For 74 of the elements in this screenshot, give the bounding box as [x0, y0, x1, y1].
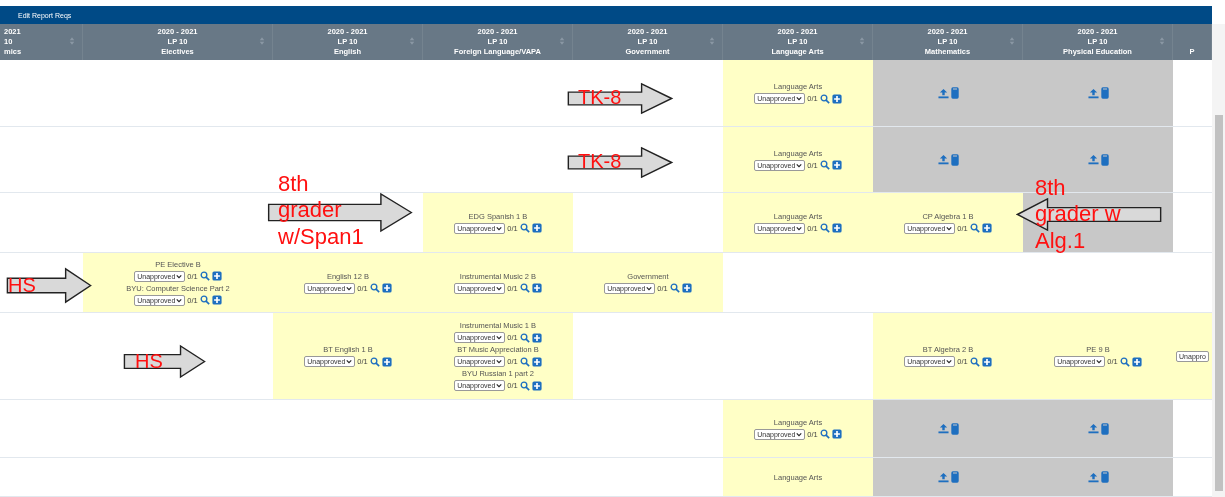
- add-icon[interactable]: [831, 429, 842, 439]
- card-icon[interactable]: [1100, 471, 1109, 483]
- caret-icon[interactable]: [946, 225, 953, 231]
- search-icon[interactable]: [519, 356, 530, 367]
- card-icon[interactable]: [1100, 153, 1109, 166]
- caret-icon[interactable]: [346, 359, 353, 364]
- caret-icon[interactable]: [346, 285, 353, 291]
- add-icon[interactable]: [531, 223, 542, 233]
- caret-icon[interactable]: [496, 359, 503, 364]
- card-icon[interactable]: [950, 422, 959, 435]
- search-icon[interactable]: [1119, 356, 1130, 367]
- search-icon[interactable]: [519, 332, 530, 343]
- search-icon[interactable]: [199, 295, 210, 305]
- caret-icon[interactable]: [796, 225, 803, 231]
- caret-icon[interactable]: [946, 359, 953, 364]
- add-icon[interactable]: [381, 283, 392, 293]
- upload-icon[interactable]: [937, 87, 949, 99]
- caret-icon[interactable]: [496, 383, 503, 388]
- add-icon[interactable]: [831, 160, 842, 170]
- upload-icon[interactable]: [937, 471, 949, 483]
- add-icon[interactable]: [211, 295, 222, 305]
- add-icon[interactable]: [531, 283, 542, 293]
- add-icon[interactable]: [531, 356, 542, 367]
- caret-icon[interactable]: [496, 285, 503, 291]
- caret-icon[interactable]: [496, 225, 503, 231]
- caret-icon[interactable]: [796, 96, 803, 101]
- search-icon[interactable]: [519, 380, 530, 391]
- annotation-callout: TK-8: [565, 83, 675, 114]
- search-icon[interactable]: [369, 356, 380, 367]
- add-icon[interactable]: [981, 223, 992, 233]
- annotation-callout: HS: [122, 345, 207, 378]
- scrollbar[interactable]: [1212, 24, 1225, 497]
- upload-icon[interactable]: [937, 423, 949, 434]
- search-icon[interactable]: [819, 93, 830, 104]
- add-icon[interactable]: [831, 223, 842, 233]
- upload-icon[interactable]: [937, 154, 949, 165]
- add-icon[interactable]: [381, 356, 392, 367]
- search-icon[interactable]: [369, 283, 380, 293]
- annotation-callout: 8th grader w Alg.1: [1013, 175, 1165, 257]
- caret-icon[interactable]: [176, 273, 183, 279]
- caret-icon[interactable]: [796, 162, 803, 168]
- annotation-callout: TK-8: [565, 147, 675, 178]
- add-icon[interactable]: [211, 271, 222, 281]
- add-icon[interactable]: [531, 332, 542, 343]
- card-icon[interactable]: [1100, 87, 1109, 99]
- search-icon[interactable]: [519, 223, 530, 233]
- upload-icon[interactable]: [1087, 87, 1099, 99]
- caret-icon[interactable]: [1096, 359, 1103, 364]
- upload-icon[interactable]: [1087, 471, 1099, 483]
- search-icon[interactable]: [199, 271, 210, 281]
- caret-icon[interactable]: [176, 297, 183, 303]
- caret-icon[interactable]: [796, 431, 803, 437]
- search-icon[interactable]: [819, 160, 830, 170]
- upload-icon[interactable]: [1087, 154, 1099, 165]
- caret-icon[interactable]: [496, 335, 503, 340]
- search-icon[interactable]: [969, 356, 980, 367]
- card-icon[interactable]: [950, 153, 959, 166]
- add-icon[interactable]: [1131, 356, 1142, 367]
- add-icon[interactable]: [681, 283, 692, 293]
- annotation-callout: HS: [5, 268, 93, 303]
- add-icon[interactable]: [831, 93, 842, 104]
- add-icon[interactable]: [531, 380, 542, 391]
- search-icon[interactable]: [519, 283, 530, 293]
- card-icon[interactable]: [950, 87, 959, 99]
- search-icon[interactable]: [669, 283, 680, 293]
- annotation-callout: 8th grader w/Span1: [265, 171, 415, 253]
- caret-icon[interactable]: [646, 285, 653, 291]
- upload-icon[interactable]: [1087, 423, 1099, 434]
- search-icon[interactable]: [819, 223, 830, 233]
- card-icon[interactable]: [1100, 422, 1109, 435]
- search-icon[interactable]: [819, 429, 830, 439]
- add-icon[interactable]: [981, 356, 992, 367]
- card-icon[interactable]: [950, 471, 959, 483]
- search-icon[interactable]: [969, 223, 980, 233]
